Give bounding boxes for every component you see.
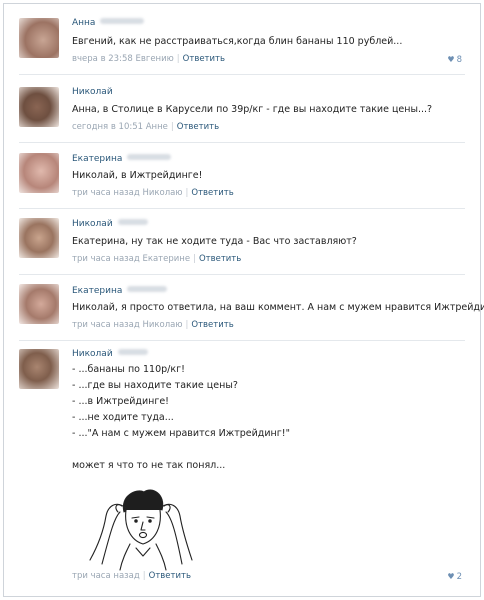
comment-line: - ...в Ижтрейдинге!: [72, 396, 169, 407]
comment-text: Евгений, как не расстраиваться,когда бли…: [72, 36, 403, 47]
blurred-surname: [127, 286, 168, 292]
comments-panel: Анна Евгений, как не расстраиваться,когд…: [3, 3, 484, 597]
comment-meta: три часа назад Николаю | Ответить: [72, 188, 234, 198]
comment-addressee[interactable]: Николаю: [142, 320, 182, 330]
reply-link[interactable]: Ответить: [177, 122, 219, 132]
comment-text: Анна, в Столице в Карусели по 39р/кг - г…: [72, 104, 433, 115]
comment-time[interactable]: три часа назад: [72, 254, 140, 264]
avatar[interactable]: [19, 349, 59, 389]
author-name[interactable]: Николай: [72, 87, 113, 99]
comment-meta: три часа назад Николаю | Ответить: [72, 320, 234, 330]
divider: [19, 208, 465, 209]
blurred-surname: [117, 349, 148, 355]
author-name[interactable]: Николай: [72, 219, 148, 231]
comment-meta: три часа назад Екатерине | Ответить: [72, 254, 242, 264]
divider: [19, 340, 465, 341]
blurred-surname: [127, 154, 172, 160]
reply-link[interactable]: Ответить: [199, 254, 241, 264]
comment-time[interactable]: сегодня в 10:51: [72, 122, 143, 132]
comment-text: Николай, я просто ответила, на ваш комме…: [72, 302, 484, 313]
reply-link[interactable]: Ответить: [191, 188, 233, 198]
heart-icon: ♥: [447, 55, 455, 64]
comment-meta: три часа назад | Ответить: [72, 571, 191, 581]
avatar[interactable]: [19, 153, 59, 193]
comment-meta: вчера в 23:58 Евгению | Ответить: [72, 54, 225, 64]
comment-line: - ...не ходите туда...: [72, 412, 174, 423]
avatar[interactable]: [19, 87, 59, 127]
author-name[interactable]: Екатерина: [72, 154, 172, 166]
like-button[interactable]: ♥ 2: [447, 572, 462, 582]
comment-time[interactable]: вчера в 23:58: [72, 54, 133, 64]
comment-meta: сегодня в 10:51 Анне | Ответить: [72, 122, 220, 132]
comment-addressee[interactable]: Анне: [146, 122, 168, 132]
heart-icon: ♥: [447, 572, 455, 581]
reply-link[interactable]: Ответить: [191, 320, 233, 330]
comment-time[interactable]: три часа назад: [72, 188, 140, 198]
like-count: 2: [456, 572, 462, 582]
comment-line: - ...бананы по 110р/кг!: [72, 364, 185, 375]
comment-text: - ...бананы по 110р/кг! - ...где вы нахо…: [72, 362, 290, 474]
comment-line: - ..."А нам с мужем нравится Ижтрейдинг!…: [72, 428, 290, 439]
comment-time[interactable]: три часа назад: [72, 320, 140, 330]
comment-addressee[interactable]: Николаю: [142, 188, 182, 198]
comment-addressee[interactable]: Евгению: [135, 54, 173, 64]
blurred-surname: [117, 219, 148, 225]
comment-text: Николай, в Ижтрейдинге!: [72, 170, 203, 181]
comment-closing: может я что то не так понял...: [72, 460, 226, 471]
divider: [19, 142, 465, 143]
avatar[interactable]: [19, 18, 59, 58]
blurred-surname: [100, 18, 145, 24]
avatar[interactable]: [19, 218, 59, 258]
divider: [19, 74, 465, 75]
comment-addressee[interactable]: Екатерине: [142, 254, 190, 264]
divider: [19, 274, 465, 275]
meme-image[interactable]: [86, 482, 196, 572]
reply-link[interactable]: Ответить: [183, 54, 225, 64]
reply-link[interactable]: Ответить: [149, 571, 191, 581]
like-button[interactable]: ♥ 8: [447, 55, 462, 65]
comment-text: Екатерина, ну так не ходите туда - Вас ч…: [72, 236, 357, 247]
comment-line: - ...где вы находите такие цены?: [72, 380, 238, 391]
author-name[interactable]: Екатерина: [72, 286, 168, 298]
author-name[interactable]: Николай: [72, 349, 148, 361]
like-count: 8: [456, 55, 462, 65]
avatar[interactable]: [19, 284, 59, 324]
comment-time[interactable]: три часа назад: [72, 571, 140, 581]
author-name[interactable]: Анна: [72, 18, 145, 30]
